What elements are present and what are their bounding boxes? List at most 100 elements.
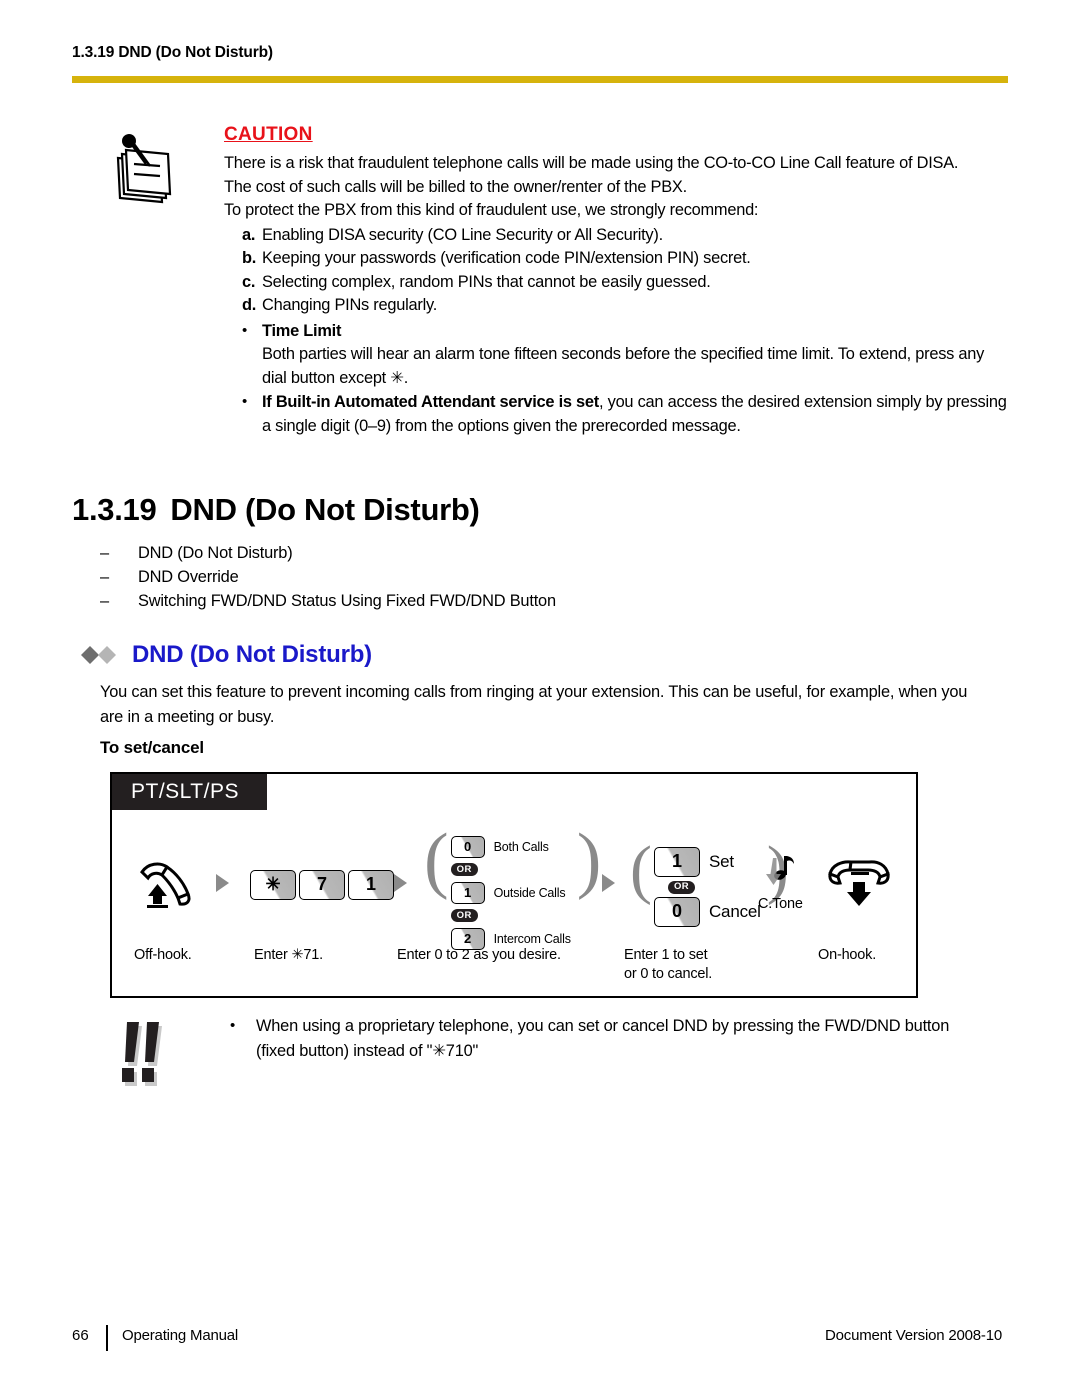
bullet-glyph: • xyxy=(242,393,248,410)
feature-description: You can set this feature to prevent inco… xyxy=(100,683,968,726)
option-set[interactable]: 1 Set xyxy=(653,847,761,877)
dash-glyph: – xyxy=(100,592,109,610)
phone-type-tag: PT/SLT/PS xyxy=(112,774,267,810)
stage-call-type-options: ( 0 Both Calls OR 1 Outside Calls OR 2 I… xyxy=(424,819,602,950)
diamond-marker-icon xyxy=(80,644,120,666)
or-separator-1: OR xyxy=(450,859,571,880)
option-outside-calls[interactable]: 1 Outside Calls xyxy=(450,881,571,904)
caution-bullet-list: • Time Limit Both parties will hear an a… xyxy=(224,320,1008,439)
key-0[interactable]: 0 xyxy=(653,897,700,927)
page-number: 66 xyxy=(72,1327,89,1344)
list-item: • If Built-in Automated Attendant servic… xyxy=(224,391,1008,438)
bullet-lead: Time Limit xyxy=(262,321,342,340)
notepad-pen-icon xyxy=(100,132,178,206)
caution-title: CAUTION xyxy=(224,124,313,145)
caution-recommendation-list: a. Enabling DISA security (CO Line Secur… xyxy=(224,224,1008,318)
list-marker: d. xyxy=(242,296,257,314)
or-badge: OR xyxy=(450,909,478,922)
option-label: Outside Calls xyxy=(493,885,566,900)
list-item: – DND Override xyxy=(100,565,960,589)
brace-open-icon: ( xyxy=(424,819,449,901)
key-7[interactable]: 7 xyxy=(299,870,345,900)
key-1[interactable]: 1 xyxy=(653,847,700,877)
caution-paragraph-2: The cost of such calls will be billed to… xyxy=(224,177,687,196)
brace-close-icon: ) xyxy=(576,819,602,901)
brace-open-icon: ( xyxy=(630,833,652,906)
or-badge: OR xyxy=(450,863,478,876)
option-both-calls[interactable]: 0 Both Calls xyxy=(450,835,571,858)
caution-block: CAUTION There is a risk that fraudulent … xyxy=(72,124,1008,438)
page-title-text: DND (Do Not Disturb) xyxy=(170,492,480,527)
stage-offhook xyxy=(134,856,202,913)
note-text: • When using a proprietary telephone, yo… xyxy=(218,1014,988,1064)
list-text: Selecting complex, random PINs that cann… xyxy=(262,272,711,291)
dash-glyph: – xyxy=(100,568,109,586)
key-1[interactable]: 1 xyxy=(450,881,485,904)
bullet-lead: If Built-in Automated Attendant service … xyxy=(262,393,600,411)
bullet-glyph: • xyxy=(242,321,248,339)
bullet-glyph: • xyxy=(230,1017,236,1034)
list-item: • Time Limit Both parties will hear an a… xyxy=(224,320,1008,391)
list-text: DND (Do Not Disturb) xyxy=(138,544,293,562)
note-body: When using a proprietary telephone, you … xyxy=(256,1017,950,1060)
list-text: Changing PINs regularly. xyxy=(262,296,437,314)
procedure-captions: Off-hook. Enter ✳71. Enter 0 to 2 as you… xyxy=(112,946,916,998)
list-item: – DND (Do Not Disturb) xyxy=(100,541,960,565)
list-item: a. Enabling DISA security (CO Line Secur… xyxy=(224,224,1008,248)
feature-heading: DND (Do Not Disturb) xyxy=(80,641,372,669)
note-block: • When using a proprietary telephone, yo… xyxy=(110,1014,990,1086)
manual-name: Operating Manual xyxy=(122,1327,239,1344)
key-star[interactable]: ✳ xyxy=(250,870,296,900)
header-rule xyxy=(72,76,1008,83)
list-item: d. Changing PINs regularly. xyxy=(224,294,1008,318)
arrow-2-icon xyxy=(394,874,407,892)
confirmation-tone-icon xyxy=(763,852,797,895)
list-item: – Switching FWD/DND Status Using Fixed F… xyxy=(100,589,960,613)
feature-heading-text: DND (Do Not Disturb) xyxy=(132,641,372,668)
caution-body: CAUTION There is a risk that fraudulent … xyxy=(224,124,1008,438)
handset-onhook-icon xyxy=(824,856,894,913)
caption-set-line2: or 0 to cancel. xyxy=(624,966,713,982)
stage-confirmation-tone: C.Tone xyxy=(758,852,803,912)
caution-paragraph-3: To protect the PBX from this kind of fra… xyxy=(224,201,759,219)
caption-dial: Enter ✳71. xyxy=(254,947,323,963)
page-title: 1.3.19 DND (Do Not Disturb) xyxy=(72,492,480,528)
double-exclamation-icon xyxy=(116,1020,180,1100)
list-item: c. Selecting complex, random PINs that c… xyxy=(224,271,1008,295)
page-footer: 66 Operating Manual Document Version 200… xyxy=(72,1325,1008,1353)
list-text: DND Override xyxy=(138,568,239,586)
option-label: Cancel xyxy=(708,902,761,921)
footer-divider xyxy=(106,1325,108,1351)
option-cancel[interactable]: 0 Cancel xyxy=(653,897,761,927)
bullet-body: Both parties will hear an alarm tone fif… xyxy=(262,345,985,387)
list-marker: c. xyxy=(242,272,256,291)
list-text: Enabling DISA security (CO Line Security… xyxy=(262,225,663,244)
list-item: b. Keeping your passwords (verification … xyxy=(224,247,1008,271)
stage-onhook xyxy=(824,856,894,913)
dash-glyph: – xyxy=(100,544,109,562)
or-separator-3: OR xyxy=(654,879,761,895)
list-text: Keeping your passwords (verification cod… xyxy=(262,249,751,267)
list-text: Switching FWD/DND Status Using Fixed FWD… xyxy=(138,592,556,610)
chapter-topic-list: – DND (Do Not Disturb) – DND Override – … xyxy=(100,541,960,613)
caption-offhook: Off-hook. xyxy=(134,947,192,963)
caption-options: Enter 0 to 2 as you desire. xyxy=(397,947,561,963)
caption-set-line1: Enter 1 to set xyxy=(624,947,708,963)
document-version: Document Version 2008-10 xyxy=(825,1327,1002,1344)
procedure-subheading: To set/cancel xyxy=(100,738,204,757)
confirmation-tone-label: C.Tone xyxy=(758,896,803,912)
caption-onhook: On-hook. xyxy=(818,947,877,963)
list-marker: b. xyxy=(242,249,257,267)
handset-offhook-icon xyxy=(134,856,202,913)
key-1[interactable]: 1 xyxy=(348,870,394,900)
running-header: 1.3.19 DND (Do Not Disturb) xyxy=(72,44,273,61)
or-badge: OR xyxy=(667,880,696,894)
caption-set-cancel: Enter 1 to set or 0 to cancel. xyxy=(624,946,712,984)
or-separator-2: OR xyxy=(450,905,571,926)
option-label: Intercom Calls xyxy=(493,931,571,946)
page-title-number: 1.3.19 xyxy=(72,492,157,527)
stage-dial-keys: ✳ 7 1 xyxy=(250,870,394,900)
caution-paragraph-1: There is a risk that fraudulent telephon… xyxy=(224,154,959,172)
procedure-diagram: PT/SLT/PS ✳ 7 1 (0 Both Calls OR 1 Outs… xyxy=(110,772,918,998)
key-0[interactable]: 0 xyxy=(450,835,485,858)
